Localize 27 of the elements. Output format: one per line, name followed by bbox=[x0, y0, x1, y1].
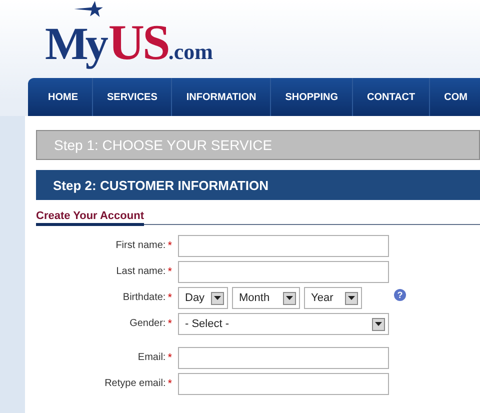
help-icon[interactable]: ? bbox=[394, 289, 406, 301]
required-mark: * bbox=[168, 318, 172, 330]
section-title: Create Your Account bbox=[36, 210, 144, 226]
dropdown[interactable]: Year bbox=[304, 287, 362, 309]
field-label: Gender: bbox=[130, 318, 166, 330]
required-mark: * bbox=[168, 292, 172, 304]
field-label: Retype email: bbox=[104, 378, 166, 390]
field-label: Last name: bbox=[116, 266, 166, 278]
field-label: First name: bbox=[116, 240, 166, 252]
step-header[interactable]: Step 2: CUSTOMER INFORMATION bbox=[36, 170, 480, 200]
required-mark: * bbox=[168, 266, 172, 278]
text-field[interactable] bbox=[178, 235, 389, 257]
required-mark: * bbox=[168, 352, 172, 364]
star-icon bbox=[74, 1, 103, 17]
required-mark: * bbox=[168, 240, 172, 252]
text-field[interactable] bbox=[178, 373, 389, 395]
logo-text: .com bbox=[168, 41, 213, 63]
dropdown[interactable]: Month bbox=[232, 287, 300, 309]
logo-text: My bbox=[45, 21, 107, 67]
dropdown[interactable]: - Select - bbox=[178, 313, 389, 335]
field-label: Birthdate: bbox=[122, 292, 166, 304]
logo-text: US bbox=[108, 17, 168, 67]
text-field[interactable] bbox=[178, 261, 389, 283]
text-field[interactable] bbox=[178, 347, 389, 369]
dropdown[interactable]: Day bbox=[178, 287, 228, 309]
field-label: Email: bbox=[138, 352, 166, 364]
required-mark: * bbox=[168, 378, 172, 390]
